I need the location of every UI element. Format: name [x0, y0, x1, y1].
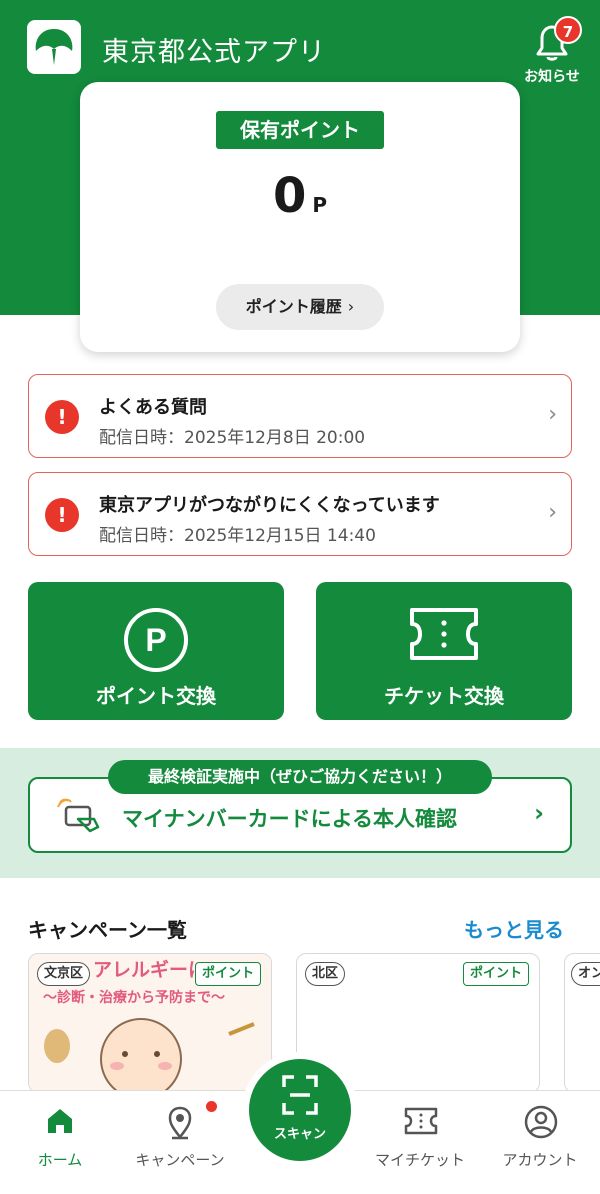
notice-title: 東京アプリがつながりにくくなっています — [99, 495, 440, 516]
chevron-right-icon: › — [347, 297, 355, 316]
campaign-banner-subtitle: 〜診断・治療から予防まで〜 — [43, 989, 225, 1006]
campaign-point-badge: ポイント — [195, 962, 262, 986]
nav-campaign-label: キャンペーン — [135, 1151, 225, 1169]
points-unit: P — [312, 193, 328, 217]
card-scan-icon — [57, 798, 100, 833]
point-exchange-button[interactable]: P ポイント交換 — [28, 582, 284, 720]
scan-button[interactable]: スキャン — [249, 1059, 351, 1161]
ticket-exchange-button[interactable]: チケット交換 — [316, 582, 572, 720]
chevron-right-icon: › — [534, 799, 544, 827]
alert-icon: ! — [45, 498, 79, 532]
campaign-banner-title: アレルギーに — [93, 959, 207, 981]
point-exchange-label: ポイント交換 — [96, 684, 216, 708]
tokyo-logo-icon — [27, 20, 81, 74]
notification-count-badge: 7 — [554, 16, 582, 44]
nav-home[interactable]: ホーム — [0, 1091, 120, 1194]
nav-my-ticket-label: マイチケット — [374, 1151, 465, 1169]
point-history-button[interactable]: ポイント履歴 › — [216, 284, 384, 330]
notice-title: よくある質問 — [99, 397, 207, 418]
scan-icon — [282, 1075, 318, 1115]
points-tag: 保有ポイント — [216, 111, 384, 149]
notice-date: 配信日時：2025年12月15日 14:40 — [99, 526, 376, 546]
my-ticket-icon — [404, 1107, 438, 1135]
ticket-icon — [410, 608, 478, 660]
campaign-point-badge: ポイント — [463, 962, 530, 986]
campaign-new-dot — [206, 1101, 217, 1112]
mynumber-verify-label: マイナンバーカードによる本人確認 — [122, 807, 457, 831]
points-number: 0 — [272, 168, 307, 224]
svg-text:P: P — [145, 622, 166, 658]
nav-account[interactable]: アカウント — [480, 1091, 600, 1194]
chevron-right-icon: › — [548, 402, 557, 427]
nav-campaign[interactable]: キャンペーン — [120, 1091, 240, 1194]
campaign-card[interactable]: アレルギーに 〜診断・治療から予防まで〜 文京区 ポイント — [28, 953, 272, 1093]
mynumber-status-tag: 最終検証実施中（ぜひご協力ください！） — [108, 760, 492, 794]
points-card: 保有ポイント 0P ポイント履歴 › — [80, 82, 520, 352]
campaign-area-chip: オン — [571, 962, 600, 986]
home-icon — [48, 1109, 72, 1133]
campaigns-more-link[interactable]: もっと見る — [464, 914, 564, 943]
campaign-area-chip: 北区 — [305, 962, 346, 986]
points-value: 0P — [80, 168, 520, 224]
alert-icon: ! — [45, 400, 79, 434]
notice-date: 配信日時：2025年12月8日 20:00 — [99, 428, 366, 448]
nav-account-label: アカウント — [502, 1151, 578, 1169]
scan-label: スキャン — [273, 1127, 326, 1142]
app-title: 東京都公式アプリ — [102, 37, 326, 68]
ticket-exchange-label: チケット交換 — [384, 684, 504, 708]
notice-item-connection[interactable]: ! 東京アプリがつながりにくくなっています 配信日時：2025年12月15日 1… — [28, 472, 572, 556]
campaign-area-chip: 文京区 — [37, 962, 91, 986]
map-pin-icon — [168, 1106, 192, 1140]
notifications-label: お知らせ — [524, 69, 580, 85]
campaigns-title: キャンペーン一覧 — [28, 918, 187, 942]
notice-item-faq[interactable]: ! よくある質問 配信日時：2025年12月8日 20:00 › — [28, 374, 572, 458]
notifications-button[interactable]: 7 お知らせ — [524, 16, 582, 86]
point-p-icon: P — [124, 608, 188, 672]
account-icon — [524, 1105, 558, 1139]
campaign-card[interactable]: オン — [564, 953, 600, 1093]
nav-my-ticket[interactable]: マイチケット — [360, 1091, 480, 1194]
chevron-right-icon: › — [548, 500, 557, 525]
nav-home-label: ホーム — [37, 1151, 83, 1169]
point-history-label: ポイント履歴 — [245, 297, 342, 316]
